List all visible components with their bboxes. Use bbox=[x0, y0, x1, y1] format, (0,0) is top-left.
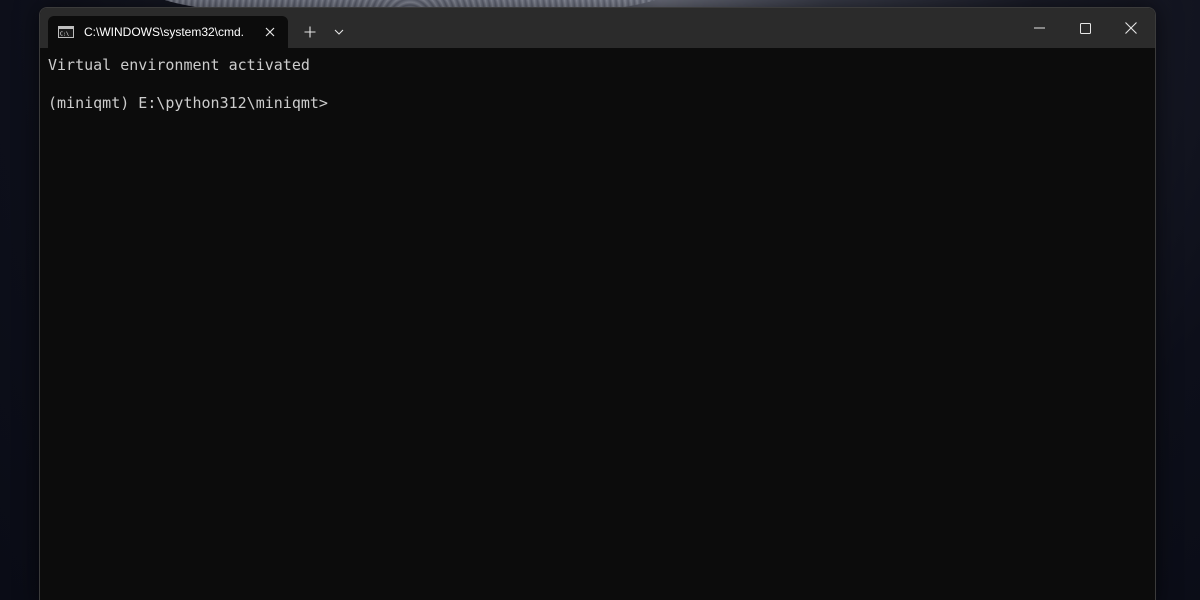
minimize-icon bbox=[1033, 27, 1045, 29]
plus-icon bbox=[304, 26, 316, 38]
maximize-button[interactable] bbox=[1062, 8, 1108, 48]
terminal-window: C:\ C:\WINDOWS\system32\cmd. Virtual env… bbox=[39, 7, 1156, 600]
tab-title: C:\WINDOWS\system32\cmd. bbox=[84, 25, 245, 39]
title-bar[interactable]: C:\ C:\WINDOWS\system32\cmd. bbox=[40, 8, 1155, 48]
terminal-line: Virtual environment activated bbox=[48, 56, 310, 74]
command-prompt[interactable]: (miniqmt) E:\python312\miniqmt> bbox=[48, 94, 1147, 113]
tab-dropdown-button[interactable] bbox=[327, 20, 351, 44]
close-icon bbox=[1125, 22, 1137, 34]
svg-text:C:\: C:\ bbox=[60, 32, 69, 38]
maximize-icon bbox=[1079, 22, 1091, 34]
new-tab-button[interactable] bbox=[298, 20, 322, 44]
tab-close-button[interactable] bbox=[262, 24, 278, 40]
tab-cmd[interactable]: C:\ C:\WINDOWS\system32\cmd. bbox=[48, 16, 288, 48]
chevron-down-icon bbox=[334, 29, 344, 35]
terminal-output[interactable]: Virtual environment activated (miniqmt) … bbox=[40, 48, 1155, 600]
cmd-icon: C:\ bbox=[58, 26, 74, 38]
close-window-button[interactable] bbox=[1108, 8, 1154, 48]
minimize-button[interactable] bbox=[1016, 8, 1062, 48]
close-icon bbox=[265, 27, 275, 37]
